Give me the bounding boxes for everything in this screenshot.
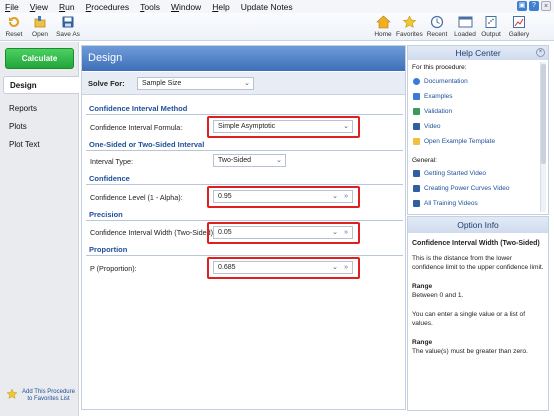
help-documentation-link[interactable]: Documentation <box>413 78 468 85</box>
help-example-template-link[interactable]: Open Example Template <box>413 138 495 145</box>
reset-button[interactable]: Reset <box>1 14 27 38</box>
video-icon <box>413 200 420 207</box>
loaded-button[interactable]: Loaded <box>452 14 478 38</box>
toolbar: Reset Open Save As Home Favorites Recent <box>0 13 554 41</box>
option-info-heading: Confidence Interval Width (Two-Sided) <box>412 240 540 247</box>
add-favorites-link[interactable]: Add This Procedure to Favorites List <box>6 388 76 403</box>
chevron-down-icon: ⌄ <box>244 80 250 87</box>
favorite-star-icon <box>6 388 18 403</box>
video-icon <box>413 170 420 177</box>
save-as-button[interactable]: Save As <box>55 14 81 38</box>
section-confidence: Confidence <box>86 174 403 185</box>
favorites-button[interactable]: Favorites <box>396 14 423 38</box>
video-icon <box>413 123 420 130</box>
clock-icon <box>424 14 450 30</box>
option-info-title: Option Info <box>408 217 548 233</box>
menu-file[interactable]: File <box>5 2 19 12</box>
option-info-range2-text: The value(s) must be greater than zero. <box>412 348 528 355</box>
nav-plot-text[interactable]: Plot Text <box>3 136 79 154</box>
question-icon <box>413 78 420 85</box>
reset-icon <box>1 14 27 30</box>
solve-for-label: Solve For: <box>88 79 125 88</box>
star-icon <box>396 14 422 30</box>
confidence-level-label: Confidence Level (1 - Alpha): <box>90 193 183 202</box>
section-proportion: Proportion <box>86 245 403 256</box>
recent-button[interactable]: Recent <box>424 14 450 38</box>
help-center-title: Help Center × <box>408 46 548 60</box>
highlight-box <box>207 116 360 138</box>
close-icon[interactable]: × <box>536 48 545 57</box>
chevron-down-icon: ⌄ <box>276 157 282 164</box>
help-video-link[interactable]: Video <box>413 123 441 130</box>
help-general-label: General: <box>412 157 437 164</box>
calculate-button[interactable]: Calculate <box>5 48 74 69</box>
nav-plots[interactable]: Plots <box>3 118 79 136</box>
help-scrollbar[interactable] <box>540 62 546 212</box>
menu-tools[interactable]: Tools <box>140 2 160 12</box>
highlight-box <box>207 222 360 244</box>
help-for-this-label: For this procedure: <box>412 64 467 71</box>
folder-icon <box>413 138 420 145</box>
close-icon[interactable]: × <box>541 1 551 11</box>
option-info-panel: Option Info Confidence Interval Width (T… <box>407 216 549 411</box>
home-icon <box>370 14 396 30</box>
option-info-range-title: Range <box>412 283 433 290</box>
gallery-chart-icon <box>504 14 534 30</box>
ci-formula-label: Confidence Interval Formula: <box>90 123 183 132</box>
help-validation-link[interactable]: Validation <box>413 108 452 115</box>
menu-window[interactable]: Window <box>171 2 201 12</box>
design-title: Design <box>82 46 405 71</box>
menu-view[interactable]: View <box>30 2 48 12</box>
section-sided: One-Sided or Two-Sided Interval <box>86 140 403 151</box>
add-favorites-label: Add This Procedure to Favorites List <box>22 389 75 402</box>
design-panel: Design Solve For: Sample Size ⌄ Confiden… <box>81 45 406 410</box>
save-icon <box>55 14 81 30</box>
nav-design[interactable]: Design <box>3 76 79 94</box>
help-circle-icon[interactable]: ? <box>529 1 539 11</box>
section-precision: Precision <box>86 210 403 221</box>
interval-type-dropdown[interactable]: Two-Sided ⌄ <box>213 154 286 167</box>
help-examples-link[interactable]: Examples <box>413 93 453 100</box>
help-getting-started-link[interactable]: Getting Started Video <box>413 170 486 177</box>
examples-icon <box>413 93 420 100</box>
menu-procedures[interactable]: Procedures <box>86 2 129 12</box>
proportion-label: P (Proportion): <box>90 264 137 273</box>
gallery-button[interactable]: Gallery <box>504 14 534 38</box>
menu-bar: File View Run Procedures Tools Window He… <box>0 0 554 13</box>
solve-for-row: Solve For: Sample Size ⌄ <box>82 72 405 95</box>
help-center-panel: Help Center × For this procedure: Docume… <box>407 45 549 215</box>
scroll-thumb[interactable] <box>541 64 546 164</box>
restore-icon[interactable]: ▣ <box>517 1 527 11</box>
menu-run[interactable]: Run <box>59 2 75 12</box>
solve-for-dropdown[interactable]: Sample Size ⌄ <box>137 77 254 90</box>
help-power-curves-link[interactable]: Creating Power Curves Video <box>413 185 510 192</box>
option-info-range-text: Between 0 and 1. <box>412 292 464 299</box>
window-controls: ▣ ? × <box>517 1 551 11</box>
help-all-training-link[interactable]: All Training Videos <box>413 200 478 207</box>
windows-icon <box>452 14 478 30</box>
left-panel: Calculate Design Reports Plots Plot Text… <box>0 42 79 416</box>
open-folder-icon <box>27 14 53 30</box>
menu-help[interactable]: Help <box>212 2 229 12</box>
output-button[interactable]: Output <box>478 14 504 38</box>
output-icon <box>478 14 504 30</box>
option-info-list-text: You can enter a single value or a list o… <box>412 311 526 327</box>
highlight-box <box>207 186 360 208</box>
option-info-range2-title: Range <box>412 339 433 346</box>
home-button[interactable]: Home <box>370 14 396 38</box>
ci-width-label: Confidence Interval Width (Two-Sided): <box>90 228 216 237</box>
nav-reports[interactable]: Reports <box>3 100 79 118</box>
section-ci-method: Confidence Interval Method <box>86 104 403 115</box>
highlight-box <box>207 257 360 279</box>
option-info-description: This is the distance from the lower conf… <box>412 255 544 271</box>
validation-icon <box>413 108 420 115</box>
open-button[interactable]: Open <box>27 14 53 38</box>
menu-update-notes[interactable]: Update Notes <box>241 2 293 12</box>
interval-type-label: Interval Type: <box>90 157 134 166</box>
video-icon <box>413 185 420 192</box>
